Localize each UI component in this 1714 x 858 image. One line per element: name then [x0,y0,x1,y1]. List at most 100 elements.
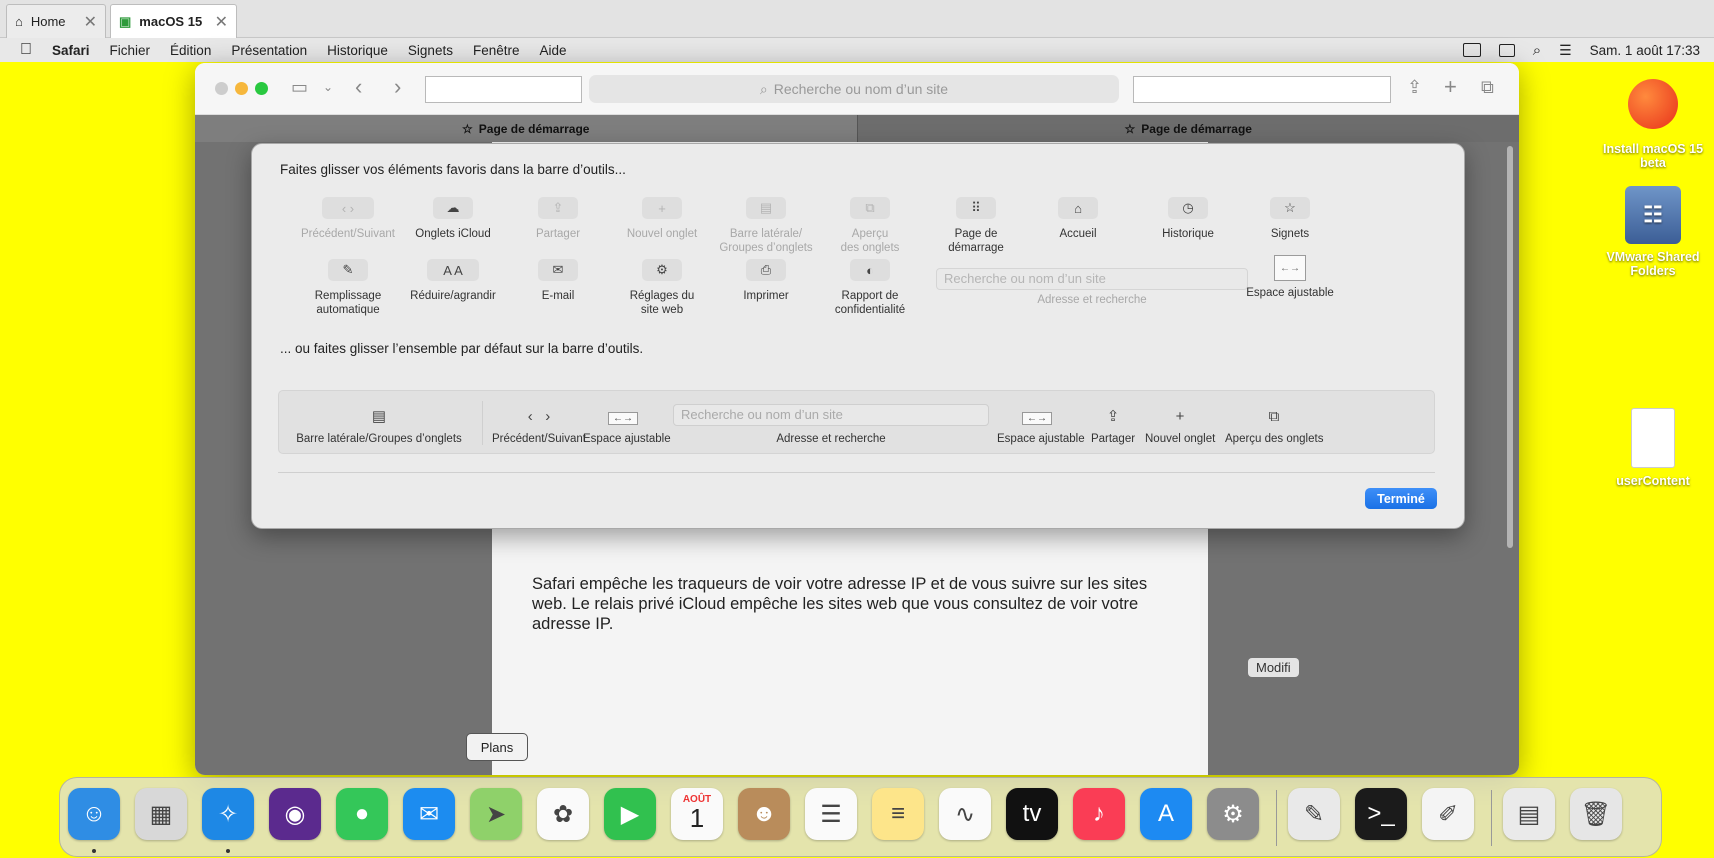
host-tab-macos[interactable]: ▣ macOS 15 ✕ [110,4,237,38]
desktop-icon-usercontent[interactable]: userContent [1593,408,1713,488]
dock-app-store-icon[interactable]: A [1140,788,1192,840]
item-label: Espace ajustable [1246,287,1334,299]
plus-icon: + [642,197,682,219]
dock-music-icon[interactable]: ♪ [1073,788,1125,840]
done-button[interactable]: Terminé [1365,488,1437,509]
dock-reminders-icon[interactable]: ☰ [805,788,857,840]
screen-mirroring-icon[interactable] [1462,43,1481,57]
item-privacy-report[interactable]: ◐ Rapport de confidentialité [815,259,925,317]
item-back-forward[interactable]: ‹ › Précédent/Suivant [293,197,403,241]
item-bookmarks[interactable]: ☆ Signets [1235,197,1345,241]
back-forward-icon: ‹ › [322,197,374,219]
menu-edition[interactable]: Édition [160,43,221,58]
dock-calendar-icon[interactable]: AOÛT 1 [671,788,723,840]
dock-contacts-icon[interactable]: ☻ [738,788,790,840]
dock-maps-icon[interactable]: ➤ [470,788,522,840]
item-home[interactable]: ⌂ Accueil [1023,197,1133,241]
sidebar-icon[interactable]: ▭ [291,76,308,98]
tab-overview-icon: ⧉ [850,197,890,219]
apple-menu-icon[interactable]:  [0,41,42,59]
dock-finder-icon[interactable]: ☺ [68,788,120,840]
item-tab-overview[interactable]: ⧉ Aperçu des onglets [815,197,925,255]
item-start-page[interactable]: ⠿ Page de démarrage [921,197,1031,255]
menu-fichier[interactable]: Fichier [100,43,161,58]
desktop-icon-label: Install macOS 15 beta [1602,142,1704,170]
dock-firefox-icon[interactable]: ◉ [269,788,321,840]
dock-mail-icon[interactable]: ✉ [403,788,455,840]
default-toolbar-set[interactable]: ▤ Barre latérale/Groupes d’onglets ‹ › P… [278,390,1435,454]
item-zoom[interactable]: A A Réduire/agrandir [398,259,508,303]
dock-system-settings-icon[interactable]: ⚙ [1207,788,1259,840]
flexible-space-icon: ←→ [1274,255,1306,281]
dock-terminal-icon[interactable]: >_ [1355,788,1407,840]
item-share[interactable]: ⇪ Partager [503,197,613,241]
star-icon: ☆ [462,121,473,136]
item-label: Barre latérale/ Groupes d’onglets [719,228,813,254]
dock-trash-icon[interactable]: 🗑 [1570,788,1622,840]
zoom-window-button[interactable] [255,82,268,95]
close-icon[interactable]: ✕ [215,12,228,32]
modify-button[interactable]: Modifi [1248,658,1299,677]
back-icon[interactable]: ‹ [355,76,362,98]
tab-start-page-1[interactable]: ☆ Page de démarrage [195,115,858,142]
dock-tv-icon[interactable]: tv [1006,788,1058,840]
menu-historique[interactable]: Historique [317,43,398,58]
menu-aide[interactable]: Aide [529,43,576,58]
item-label: Nouvel onglet [626,228,698,240]
item-autofill[interactable]: ✎ Remplissage automatique [293,259,403,317]
item-icloud-tabs[interactable]: ☁ Onglets iCloud [398,197,508,241]
dock-messages-icon[interactable]: ● [336,788,388,840]
forward-icon[interactable]: › [394,76,401,98]
spotlight-search-icon[interactable]: ⌕ [1533,42,1541,59]
dock-launchpad-icon[interactable]: ▦ [135,788,187,840]
menu-safari[interactable]: Safari [42,43,100,58]
window-icon[interactable] [1498,43,1515,57]
chevron-down-icon[interactable]: ⌄ [323,76,333,98]
desktop-icon-installer[interactable]: Install macOS 15 beta [1593,72,1713,170]
item-label: Rapport de confidentialité [834,290,906,316]
item-label: Aperçu des onglets [1225,433,1324,445]
dock-freeform-icon[interactable]: ∿ [939,788,991,840]
tab-overview-icon[interactable]: ⧉ [1481,76,1494,98]
close-icon[interactable]: ✕ [84,12,97,32]
desktop-icon-shared-folders[interactable]: ☷ VMware Shared Folders [1593,186,1713,278]
menu-signets[interactable]: Signets [398,43,463,58]
close-window-button[interactable] [215,82,228,95]
minimize-window-button[interactable] [235,82,248,95]
default-flex-space-2: ←→ Espace ajustable [997,391,1085,455]
dock-textedit-icon[interactable]: ✐ [1422,788,1474,840]
item-label: Partager [535,228,581,240]
item-label: Signets [1270,228,1310,240]
printer-icon: ⎙ [746,259,786,281]
item-history[interactable]: ◷ Historique [1133,197,1243,241]
menu-presentation[interactable]: Présentation [221,43,317,58]
desktop-icon-label: userContent [1616,474,1690,488]
share-icon[interactable]: ⇪ [1407,76,1422,98]
new-tab-icon[interactable]: + [1444,76,1457,98]
separator [482,401,483,445]
scrollbar[interactable] [1507,146,1513,548]
dock-downloads-icon[interactable]: ▤ [1503,788,1555,840]
host-tab-home[interactable]: ⌂ Home ✕ [6,4,106,38]
menu-clock[interactable]: Sam. 1 août 17:33 [1590,43,1700,58]
dock-safari-icon[interactable]: ✧ [202,788,254,840]
privacy-text: Safari empêche les traqueurs de voir vot… [532,575,1148,633]
address-bar[interactable]: ⌕ Recherche ou nom d’un site [589,75,1119,103]
item-address-search-field[interactable]: Recherche ou nom d’un site [936,268,1248,290]
home-icon: ⌂ [15,14,23,29]
item-website-settings[interactable]: ⚙ Réglages du site web [607,259,717,317]
dock-facetime-icon[interactable]: ▶ [604,788,656,840]
host-tab-label: macOS 15 [139,14,203,29]
item-flexible-space[interactable]: ←→ Espace ajustable [1235,255,1345,300]
control-center-icon[interactable]: ☰ [1559,42,1572,59]
dock-script-editor-icon[interactable]: ✎ [1288,788,1340,840]
dock-notes-icon[interactable]: ≡ [872,788,924,840]
item-email[interactable]: ✉ E-mail [503,259,613,303]
item-print[interactable]: ⎙ Imprimer [711,259,821,303]
menu-fenetre[interactable]: Fenêtre [463,43,530,58]
item-sidebar[interactable]: ▤ Barre latérale/ Groupes d’onglets [711,197,821,255]
divider [278,472,1435,473]
dock-photos-icon[interactable]: ✿ [537,788,589,840]
tab-start-page-2[interactable]: ☆ Page de démarrage [858,115,1520,142]
item-new-tab[interactable]: + Nouvel onglet [607,197,717,241]
